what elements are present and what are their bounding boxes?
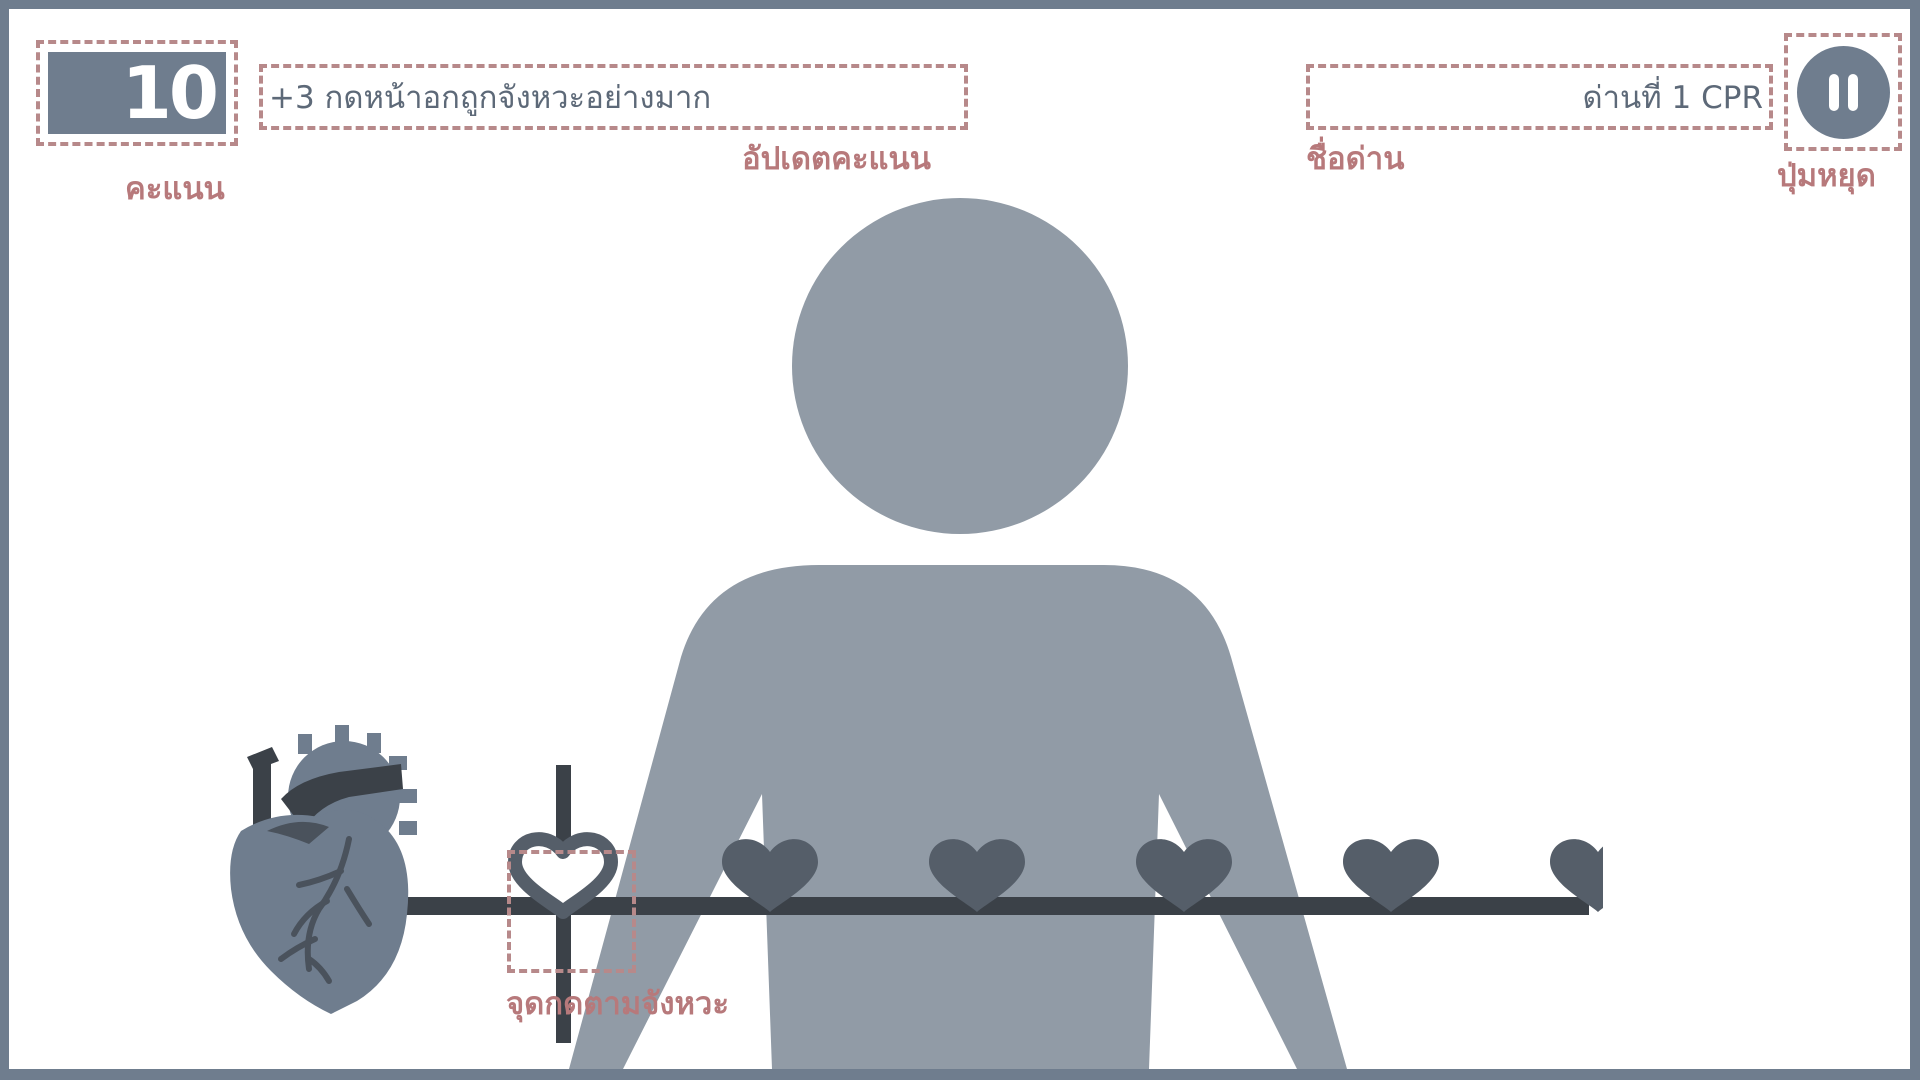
person-head — [792, 198, 1128, 534]
hit-point-annotation: จุดกดตามจังหวะ — [506, 986, 729, 1022]
pause-button-frame — [1784, 33, 1902, 151]
score-update-annotation: อัปเดตคะแนน — [742, 141, 931, 177]
level-name-annotation: ชื่อด่าน — [1306, 141, 1405, 177]
person-silhouette — [569, 198, 1347, 1069]
level-name-text: ด่านที่ 1 CPR — [1582, 80, 1763, 116]
game-scene — [230, 198, 1603, 1069]
score-update-text: +3 กดหน้าอกถูกจังหวะอย่างมาก — [269, 80, 712, 116]
score-value: 10 — [48, 51, 226, 135]
score-annotation: คะแนน — [125, 171, 225, 207]
game-screen: 10 คะแนน +3 กดหน้าอกถูกจังหวะอย่างมาก อั… — [9, 9, 1910, 1069]
pause-button[interactable] — [1797, 46, 1890, 139]
score-panel: 10 — [36, 40, 238, 146]
hit-point-frame — [507, 850, 636, 973]
pause-button-annotation: ปุ่มหยุด — [1777, 158, 1876, 194]
anatomical-heart-icon — [230, 725, 417, 1014]
